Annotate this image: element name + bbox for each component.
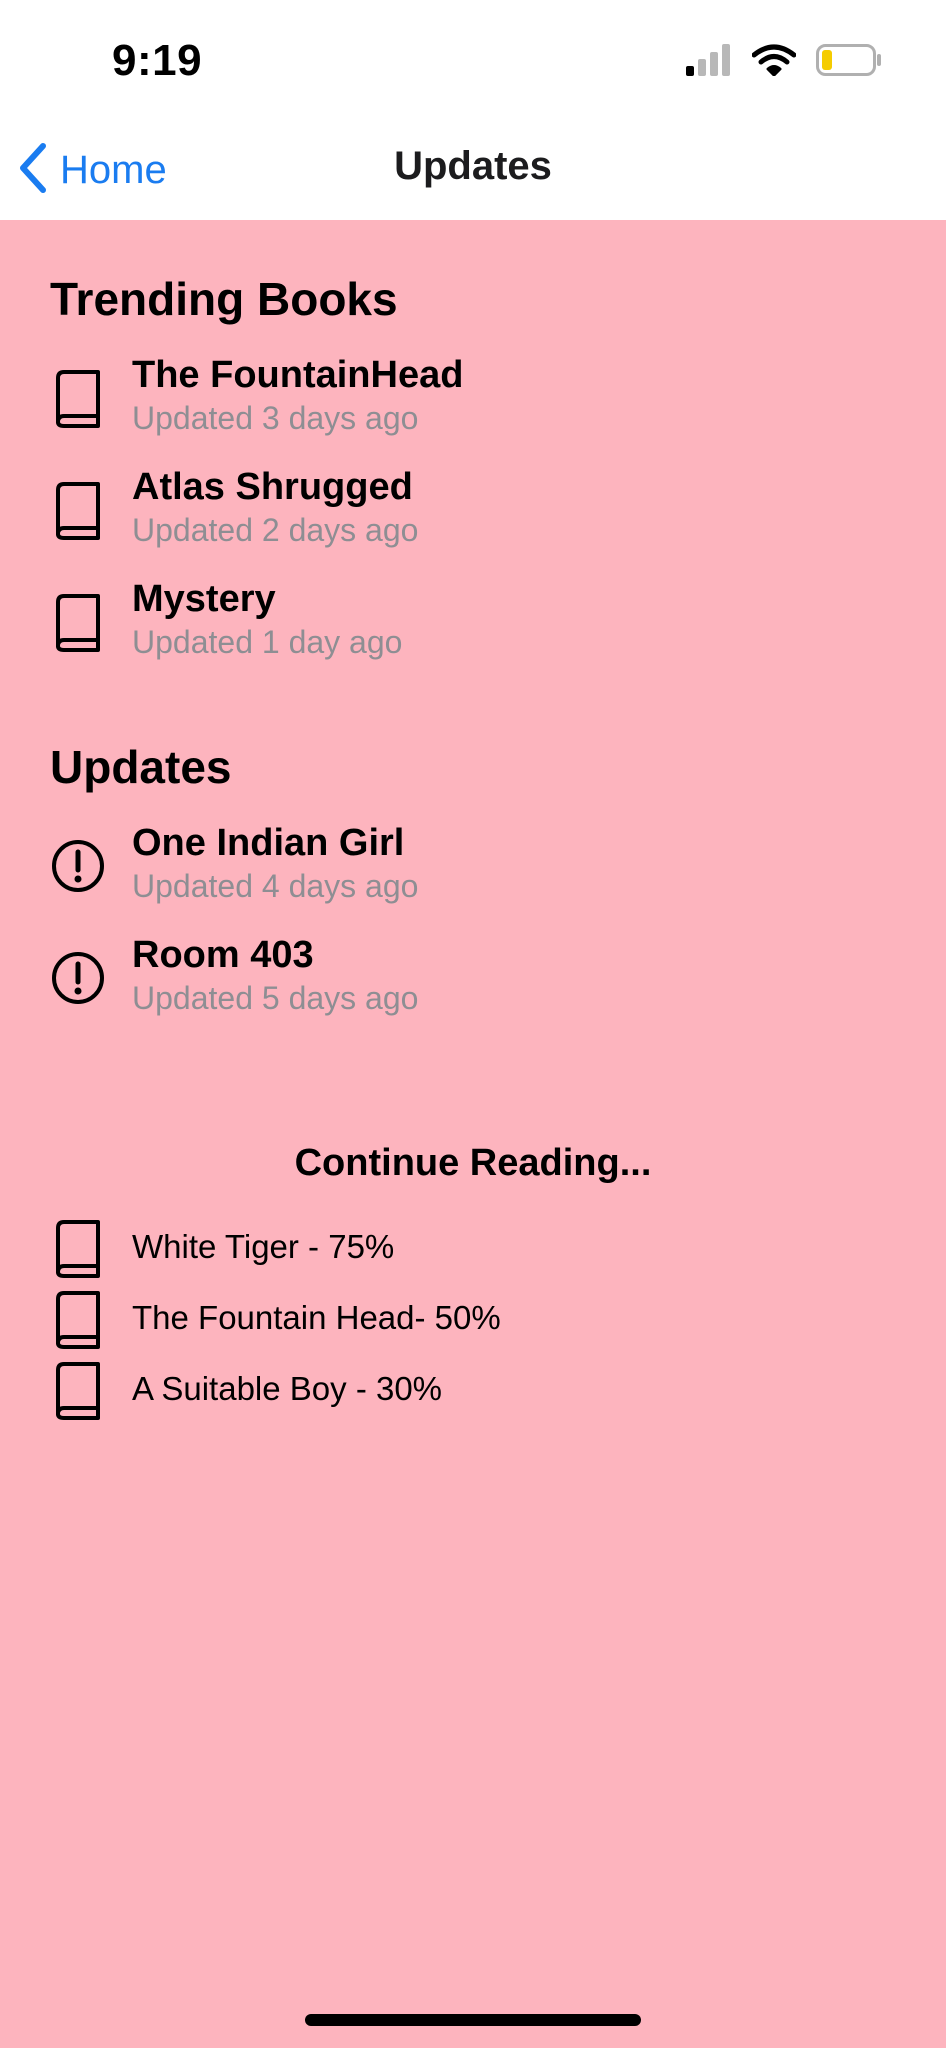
book-icon xyxy=(50,480,106,540)
book-title: Mystery xyxy=(132,578,276,620)
book-icon xyxy=(50,592,106,652)
wifi-icon xyxy=(751,44,797,81)
continue-reading-item[interactable]: White Tiger - 75% xyxy=(50,1218,896,1280)
page-title: Updates xyxy=(394,144,552,188)
signal-icon xyxy=(686,44,732,81)
book-title: Atlas Shrugged xyxy=(132,466,413,508)
book-updated-time: Updated 3 days ago xyxy=(132,400,419,436)
exclamation-circle-icon xyxy=(50,948,106,1008)
continue-reading-item[interactable]: The Fountain Head- 50% xyxy=(50,1289,896,1351)
status-time: 9:19 xyxy=(112,36,203,85)
update-title: One Indian Girl xyxy=(132,822,405,864)
book-icon xyxy=(50,1218,106,1278)
content-area: Trending Books The FountainHead Updated … xyxy=(0,220,946,2048)
update-time: Updated 5 days ago xyxy=(132,980,419,1016)
continue-reading-item[interactable]: A Suitable Boy - 30% xyxy=(50,1360,896,1422)
update-title: Room 403 xyxy=(132,934,314,976)
continue-reading-label: The Fountain Head- 50% xyxy=(132,1299,501,1336)
book-icon xyxy=(50,1289,106,1349)
update-item[interactable]: Room 403 Updated 5 days ago xyxy=(50,934,896,1034)
book-icon xyxy=(50,368,106,428)
update-time: Updated 4 days ago xyxy=(132,868,419,904)
navigation-bar: Home Updates xyxy=(0,120,946,220)
book-updated-time: Updated 1 day ago xyxy=(132,624,403,660)
book-title: The FountainHead xyxy=(132,354,464,396)
trending-item[interactable]: Atlas Shrugged Updated 2 days ago xyxy=(50,466,896,566)
continue-reading-label: A Suitable Boy - 30% xyxy=(132,1370,443,1407)
trending-item[interactable]: Mystery Updated 1 day ago xyxy=(50,578,896,678)
status-icons xyxy=(686,44,882,81)
book-icon xyxy=(50,1360,106,1420)
trending-item[interactable]: The FountainHead Updated 3 days ago xyxy=(50,354,896,454)
battery-low-icon xyxy=(816,44,882,81)
update-item[interactable]: One Indian Girl Updated 4 days ago xyxy=(50,822,896,922)
exclamation-circle-icon xyxy=(50,836,106,896)
status-bar: 9:19 xyxy=(0,0,946,120)
continue-reading-label: White Tiger - 75% xyxy=(132,1228,395,1265)
book-updated-time: Updated 2 days ago xyxy=(132,512,419,548)
trending-books-heading: Trending Books xyxy=(50,273,398,325)
continue-reading-heading: Continue Reading... xyxy=(294,1142,652,1184)
updates-heading: Updates xyxy=(50,741,232,793)
home-indicator[interactable] xyxy=(305,2014,641,2026)
